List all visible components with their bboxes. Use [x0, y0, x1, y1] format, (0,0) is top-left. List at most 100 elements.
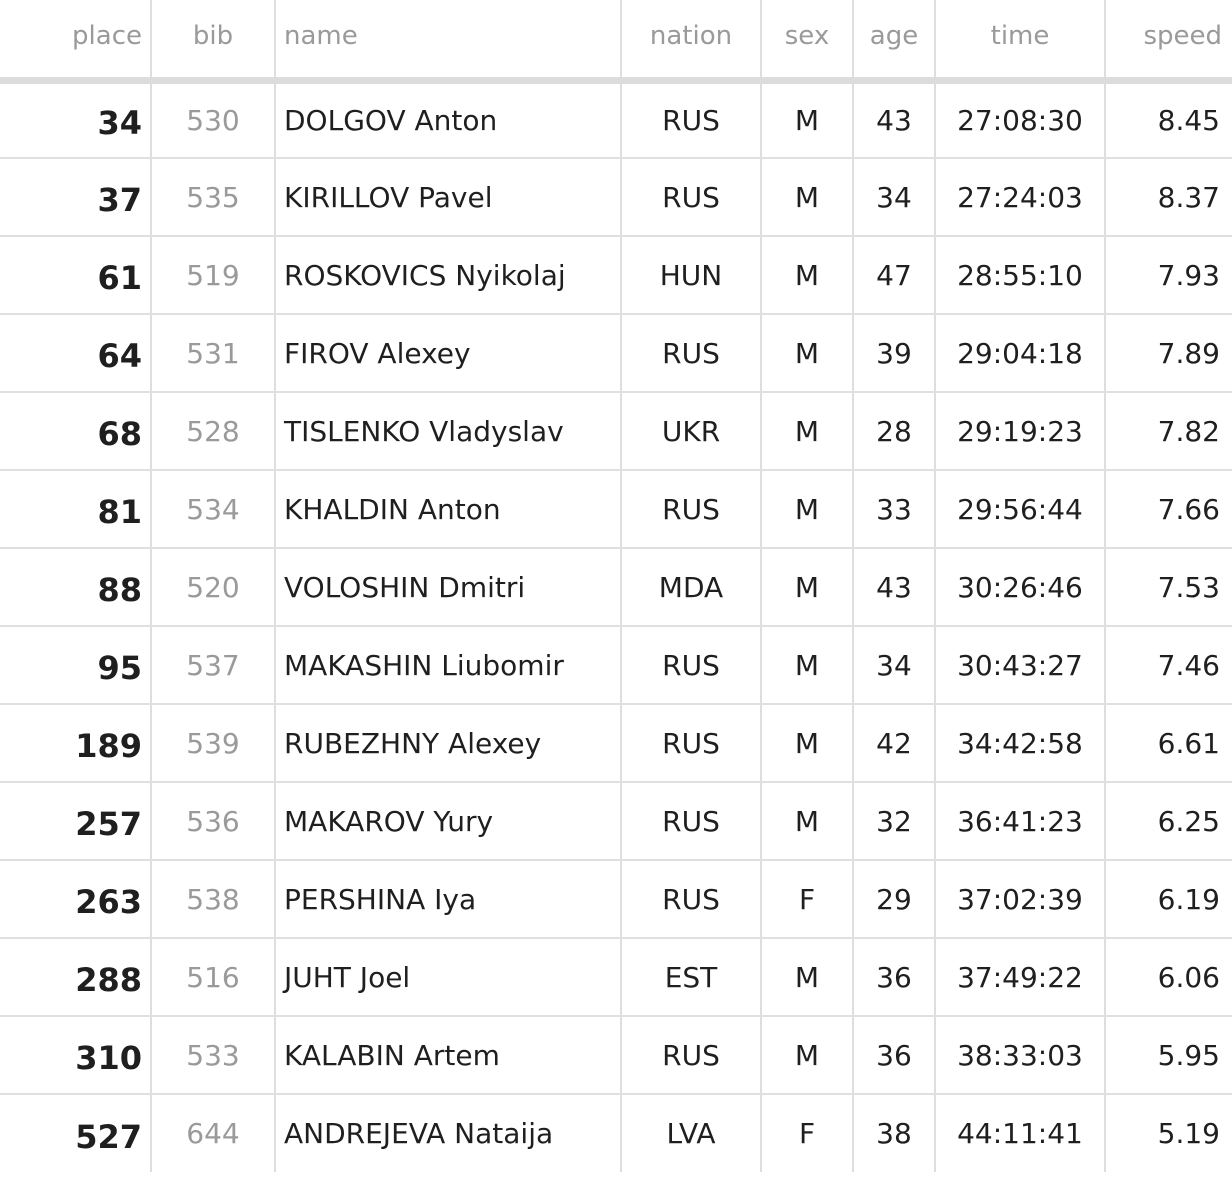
table-row: 527 644 ANDREJEVA Nataija LVA F 38 44:11…: [0, 1094, 1232, 1172]
sex-cell: M: [760, 236, 854, 315]
column-header-place[interactable]: place: [0, 0, 152, 84]
age-cell: 47: [852, 236, 936, 315]
column-header-bib[interactable]: bib: [150, 0, 276, 84]
age-cell: 36: [852, 1016, 936, 1095]
speed-cell: 6.61: [1104, 704, 1232, 783]
place-cell: 263: [0, 860, 152, 939]
bib-cell: 531: [150, 314, 276, 393]
nation-cell: RUS: [620, 782, 762, 861]
sex-cell: M: [760, 1016, 854, 1095]
place-cell: 527: [0, 1094, 152, 1172]
column-header-nation[interactable]: nation: [620, 0, 762, 84]
nation-cell: RUS: [620, 626, 762, 705]
bib-cell: 516: [150, 938, 276, 1017]
nation-cell: MDA: [620, 548, 762, 627]
table-row: 310 533 KALABIN Artem RUS M 36 38:33:03 …: [0, 1016, 1232, 1095]
speed-cell: 7.66: [1104, 470, 1232, 549]
place-cell: 34: [0, 80, 152, 159]
place-cell: 81: [0, 470, 152, 549]
time-cell: 28:55:10: [934, 236, 1106, 315]
sex-cell: M: [760, 470, 854, 549]
name-cell[interactable]: JUHT Joel: [274, 938, 622, 1017]
name-cell[interactable]: RUBEZHNY Alexey: [274, 704, 622, 783]
age-cell: 33: [852, 470, 936, 549]
table-row: 263 538 PERSHINA Iya RUS F 29 37:02:39 6…: [0, 860, 1232, 939]
results-table: place bib name nation sex age time speed…: [0, 0, 1232, 1172]
speed-cell: 5.95: [1104, 1016, 1232, 1095]
table-body: 34 530 DOLGOV Anton RUS M 43 27:08:30 8.…: [0, 80, 1232, 1172]
place-cell: 68: [0, 392, 152, 471]
column-header-speed[interactable]: speed: [1104, 0, 1232, 84]
place-cell: 88: [0, 548, 152, 627]
time-cell: 27:08:30: [934, 80, 1106, 159]
nation-cell: RUS: [620, 158, 762, 237]
speed-cell: 7.82: [1104, 392, 1232, 471]
bib-cell: 537: [150, 626, 276, 705]
time-cell: 37:49:22: [934, 938, 1106, 1017]
name-cell[interactable]: ROSKOVICS Nyikolaj: [274, 236, 622, 315]
sex-cell: M: [760, 782, 854, 861]
column-header-name[interactable]: name: [274, 0, 622, 84]
name-cell[interactable]: ANDREJEVA Nataija: [274, 1094, 622, 1172]
name-cell[interactable]: KIRILLOV Pavel: [274, 158, 622, 237]
table-row: 34 530 DOLGOV Anton RUS M 43 27:08:30 8.…: [0, 80, 1232, 159]
nation-cell: HUN: [620, 236, 762, 315]
bib-cell: 644: [150, 1094, 276, 1172]
table-row: 37 535 KIRILLOV Pavel RUS M 34 27:24:03 …: [0, 158, 1232, 237]
bib-cell: 533: [150, 1016, 276, 1095]
column-header-time[interactable]: time: [934, 0, 1106, 84]
speed-cell: 7.46: [1104, 626, 1232, 705]
column-header-sex[interactable]: sex: [760, 0, 854, 84]
place-cell: 257: [0, 782, 152, 861]
time-cell: 37:02:39: [934, 860, 1106, 939]
time-cell: 29:04:18: [934, 314, 1106, 393]
sex-cell: M: [760, 392, 854, 471]
age-cell: 43: [852, 548, 936, 627]
name-cell[interactable]: MAKAROV Yury: [274, 782, 622, 861]
name-cell[interactable]: DOLGOV Anton: [274, 80, 622, 159]
name-cell[interactable]: KHALDIN Anton: [274, 470, 622, 549]
time-cell: 29:56:44: [934, 470, 1106, 549]
nation-cell: RUS: [620, 1016, 762, 1095]
name-cell[interactable]: MAKASHIN Liubomir: [274, 626, 622, 705]
bib-cell: 536: [150, 782, 276, 861]
nation-cell: RUS: [620, 470, 762, 549]
sex-cell: M: [760, 158, 854, 237]
column-header-age[interactable]: age: [852, 0, 936, 84]
bib-cell: 519: [150, 236, 276, 315]
time-cell: 27:24:03: [934, 158, 1106, 237]
name-cell[interactable]: PERSHINA Iya: [274, 860, 622, 939]
speed-cell: 6.06: [1104, 938, 1232, 1017]
sex-cell: M: [760, 704, 854, 783]
age-cell: 39: [852, 314, 936, 393]
table-row: 95 537 MAKASHIN Liubomir RUS M 34 30:43:…: [0, 626, 1232, 705]
place-cell: 288: [0, 938, 152, 1017]
bib-cell: 535: [150, 158, 276, 237]
bib-cell: 539: [150, 704, 276, 783]
bib-cell: 538: [150, 860, 276, 939]
place-cell: 189: [0, 704, 152, 783]
age-cell: 38: [852, 1094, 936, 1172]
name-cell[interactable]: VOLOSHIN Dmitri: [274, 548, 622, 627]
place-cell: 37: [0, 158, 152, 237]
speed-cell: 7.53: [1104, 548, 1232, 627]
table-row: 81 534 KHALDIN Anton RUS M 33 29:56:44 7…: [0, 470, 1232, 549]
table-row: 189 539 RUBEZHNY Alexey RUS M 42 34:42:5…: [0, 704, 1232, 783]
time-cell: 30:26:46: [934, 548, 1106, 627]
sex-cell: M: [760, 626, 854, 705]
place-cell: 64: [0, 314, 152, 393]
table-row: 288 516 JUHT Joel EST M 36 37:49:22 6.06: [0, 938, 1232, 1017]
name-cell[interactable]: KALABIN Artem: [274, 1016, 622, 1095]
time-cell: 34:42:58: [934, 704, 1106, 783]
age-cell: 42: [852, 704, 936, 783]
table-row: 88 520 VOLOSHIN Dmitri MDA M 43 30:26:46…: [0, 548, 1232, 627]
speed-cell: 8.37: [1104, 158, 1232, 237]
name-cell[interactable]: TISLENKO Vladyslav: [274, 392, 622, 471]
sex-cell: M: [760, 314, 854, 393]
sex-cell: M: [760, 80, 854, 159]
bib-cell: 528: [150, 392, 276, 471]
name-cell[interactable]: FIROV Alexey: [274, 314, 622, 393]
place-cell: 61: [0, 236, 152, 315]
nation-cell: RUS: [620, 860, 762, 939]
time-cell: 36:41:23: [934, 782, 1106, 861]
